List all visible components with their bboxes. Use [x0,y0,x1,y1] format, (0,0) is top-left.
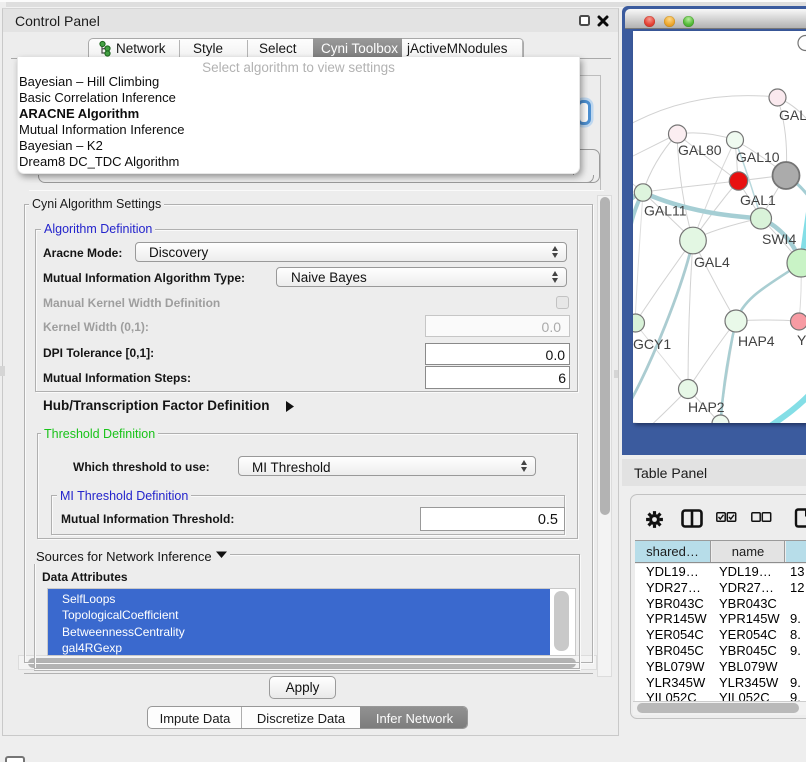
svg-text:GAL11: GAL11 [644,203,687,219]
svg-text:GAL80: GAL80 [678,142,722,158]
svg-text:HAP2: HAP2 [688,399,725,415]
svg-text:SWI4: SWI4 [762,231,796,247]
svg-text:GAL10: GAL10 [736,149,780,165]
svg-text:GAL: GAL [779,107,806,123]
svg-text:GAL4: GAL4 [694,254,730,270]
svg-text:GCY1: GCY1 [633,336,671,352]
svg-text:HAP4: HAP4 [738,333,775,349]
svg-text:Y: Y [797,332,806,348]
svg-text:GAL1: GAL1 [740,192,776,208]
